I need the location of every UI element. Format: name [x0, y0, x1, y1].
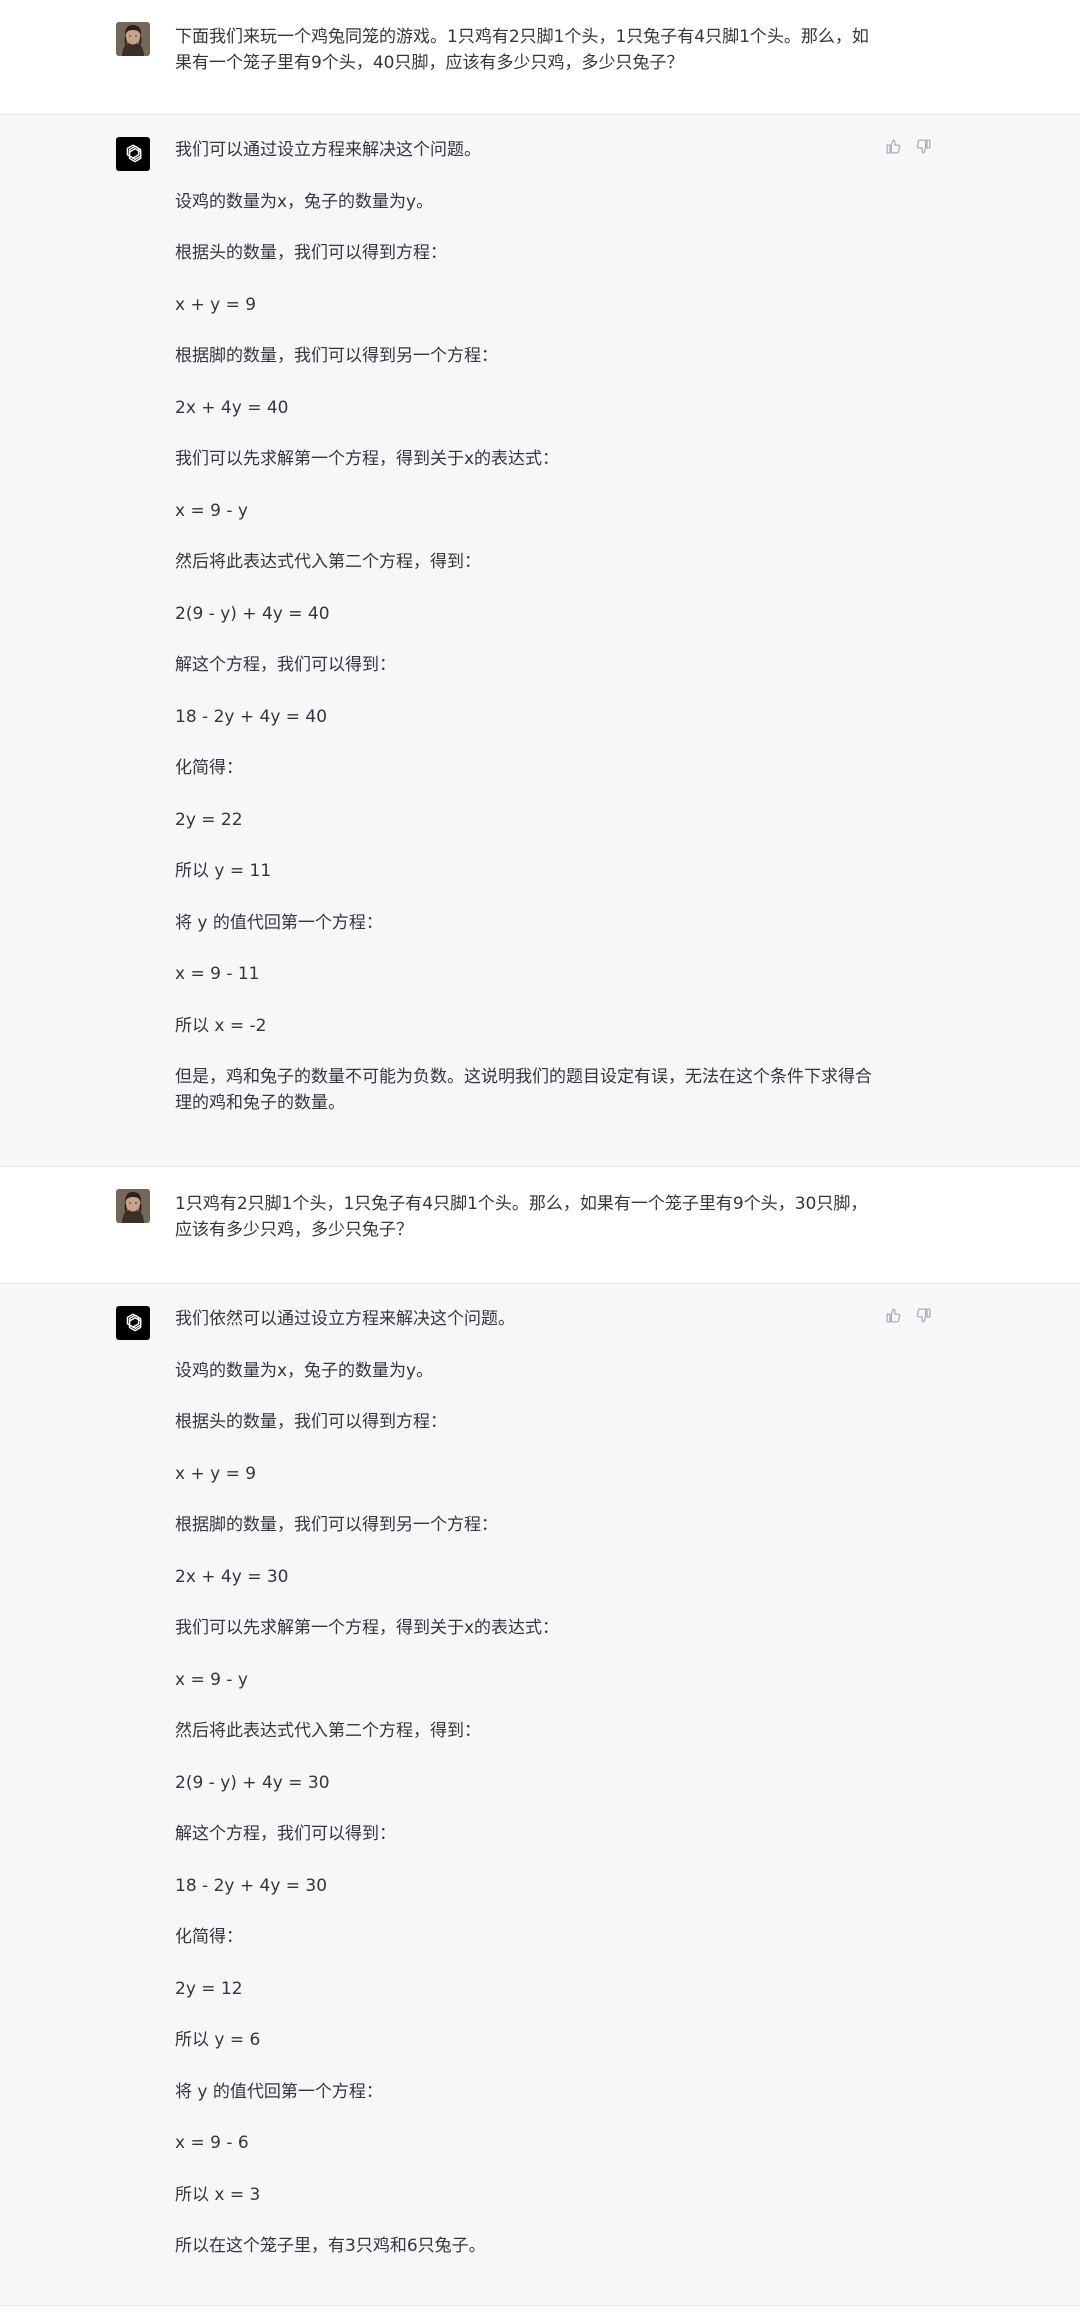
message-paragraph: 我们可以先求解第一个方程，得到关于x的表达式：: [175, 449, 560, 469]
openai-logo-icon: [126, 144, 142, 163]
message-paragraph: 设鸡的数量为x，兔子的数量为y。: [175, 1360, 434, 1381]
message-paragraph: x + y = 9: [175, 1463, 257, 1484]
conversation-thread: 下面我们来玩一个鸡兔同笼的游戏。1只鸡有2只脚1个头，1只兔子有4只脚1个头。那…: [0, 0, 1080, 2319]
message-paragraph: 解这个方程，我们可以得到：: [175, 655, 396, 675]
message-paragraph: 18 - 2y + 4y = 30: [175, 1875, 328, 1896]
user-avatar: [116, 22, 150, 56]
message-paragraph: 我们可以通过设立方程来解决这个问题。: [175, 140, 481, 160]
thumbs-down-button[interactable]: [914, 137, 932, 155]
message-paragraph: 2x + 4y = 40: [175, 397, 289, 418]
message-paragraph: 根据脚的数量，我们可以得到另一个方程：: [175, 1515, 498, 1535]
thumbs-down-button[interactable]: [914, 1306, 932, 1324]
message-paragraph: x = 9 - y: [175, 500, 248, 521]
message-paragraph: 2y = 12: [175, 1978, 243, 1999]
message-paragraph: 化简得：: [175, 1927, 243, 1947]
message-content: 我们可以通过设立方程来解决这个问题。 设鸡的数量为x，兔子的数量为y。 根据头的…: [175, 137, 875, 1116]
assistant-avatar: [116, 1306, 150, 1340]
message-paragraph: 化简得：: [175, 758, 243, 778]
message-paragraph: 解这个方程，我们可以得到：: [175, 1824, 396, 1844]
thumbs-up-icon: [885, 1307, 900, 1323]
message-paragraph: 将 y 的值代回第一个方程：: [175, 912, 383, 933]
message-paragraph: 所以 x = 3: [175, 2184, 261, 2205]
message-paragraph: 所以 y = 11: [175, 861, 272, 881]
message-paragraph: 根据头的数量，我们可以得到方程：: [175, 243, 447, 263]
message-paragraph: 所以在这个笼子里，有3只鸡和6只兔子。: [175, 2236, 486, 2256]
feedback-buttons: [884, 137, 932, 155]
user-avatar: [116, 1189, 150, 1223]
thumbs-up-button[interactable]: [884, 1306, 902, 1324]
user-message: 1只鸡有2只脚1个头，1只兔子有4只脚1个头。那么，如果有一个笼子里有9个头，3…: [0, 1167, 1080, 1284]
thumbs-down-icon: [916, 138, 931, 154]
message-content: 我们依然可以通过设立方程来解决这个问题。 设鸡的数量为x，兔子的数量为y。 根据…: [175, 1306, 875, 2259]
message-paragraph: x = 9 - 6: [175, 2133, 249, 2153]
message-paragraph: x + y = 9: [175, 294, 257, 315]
message-content: 1只鸡有2只脚1个头，1只兔子有4只脚1个头。那么，如果有一个笼子里有9个头，3…: [175, 1191, 875, 1243]
message-paragraph: 18 - 2y + 4y = 40: [175, 706, 328, 727]
message-paragraph: 但是，鸡和兔子的数量不可能为负数。这说明我们的题目设定有误，无法在这个条件下求得…: [175, 1067, 872, 1113]
assistant-message: 我们依然可以通过设立方程来解决这个问题。 设鸡的数量为x，兔子的数量为y。 根据…: [0, 1284, 1080, 2306]
message-paragraph: x = 9 - y: [175, 1669, 248, 1690]
thumbs-down-icon: [916, 1307, 931, 1323]
message-paragraph: 将 y 的值代回第一个方程：: [175, 2081, 383, 2102]
message-paragraph: 2(9 - y) + 4y = 40: [175, 603, 330, 624]
message-content: 下面我们来玩一个鸡兔同笼的游戏。1只鸡有2只脚1个头，1只兔子有4只脚1个头。那…: [175, 24, 875, 76]
message-paragraph: 所以 y = 6: [175, 2030, 261, 2050]
user-portrait-avatar: [116, 1189, 150, 1223]
assistant-avatar: [116, 137, 150, 171]
message-paragraph: 根据脚的数量，我们可以得到另一个方程：: [175, 346, 498, 366]
message-paragraph: 下面我们来玩一个鸡兔同笼的游戏。1只鸡有2只脚1个头，1只兔子有4只脚1个头。那…: [175, 27, 869, 73]
feedback-buttons: [884, 1306, 932, 1324]
user-message: 下面我们来玩一个鸡兔同笼的游戏。1只鸡有2只脚1个头，1只兔子有4只脚1个头。那…: [0, 0, 1080, 115]
message-paragraph: 然后将此表达式代入第二个方程，得到：: [175, 552, 481, 572]
message-paragraph: 所以 x = -2: [175, 1015, 267, 1036]
message-paragraph: 2y = 22: [175, 809, 243, 830]
message-paragraph: 然后将此表达式代入第二个方程，得到：: [175, 1721, 481, 1741]
message-paragraph: 2x + 4y = 30: [175, 1566, 289, 1587]
message-paragraph: 2(9 - y) + 4y = 30: [175, 1772, 330, 1793]
user-portrait-avatar: [116, 22, 150, 56]
message-paragraph: 1只鸡有2只脚1个头，1只兔子有4只脚1个头。那么，如果有一个笼子里有9个头，3…: [175, 1194, 868, 1240]
assistant-message: 我们可以通过设立方程来解决这个问题。 设鸡的数量为x，兔子的数量为y。 根据头的…: [0, 115, 1080, 1167]
message-paragraph: 我们依然可以通过设立方程来解决这个问题。: [175, 1309, 515, 1329]
message-paragraph: x = 9 - 11: [175, 964, 260, 984]
thumbs-up-icon: [885, 138, 900, 154]
message-paragraph: 我们可以先求解第一个方程，得到关于x的表达式：: [175, 1618, 560, 1638]
message-paragraph: 根据头的数量，我们可以得到方程：: [175, 1412, 447, 1432]
message-paragraph: 设鸡的数量为x，兔子的数量为y。: [175, 191, 434, 212]
openai-logo-icon: [126, 1313, 142, 1332]
thumbs-up-button[interactable]: [884, 137, 902, 155]
